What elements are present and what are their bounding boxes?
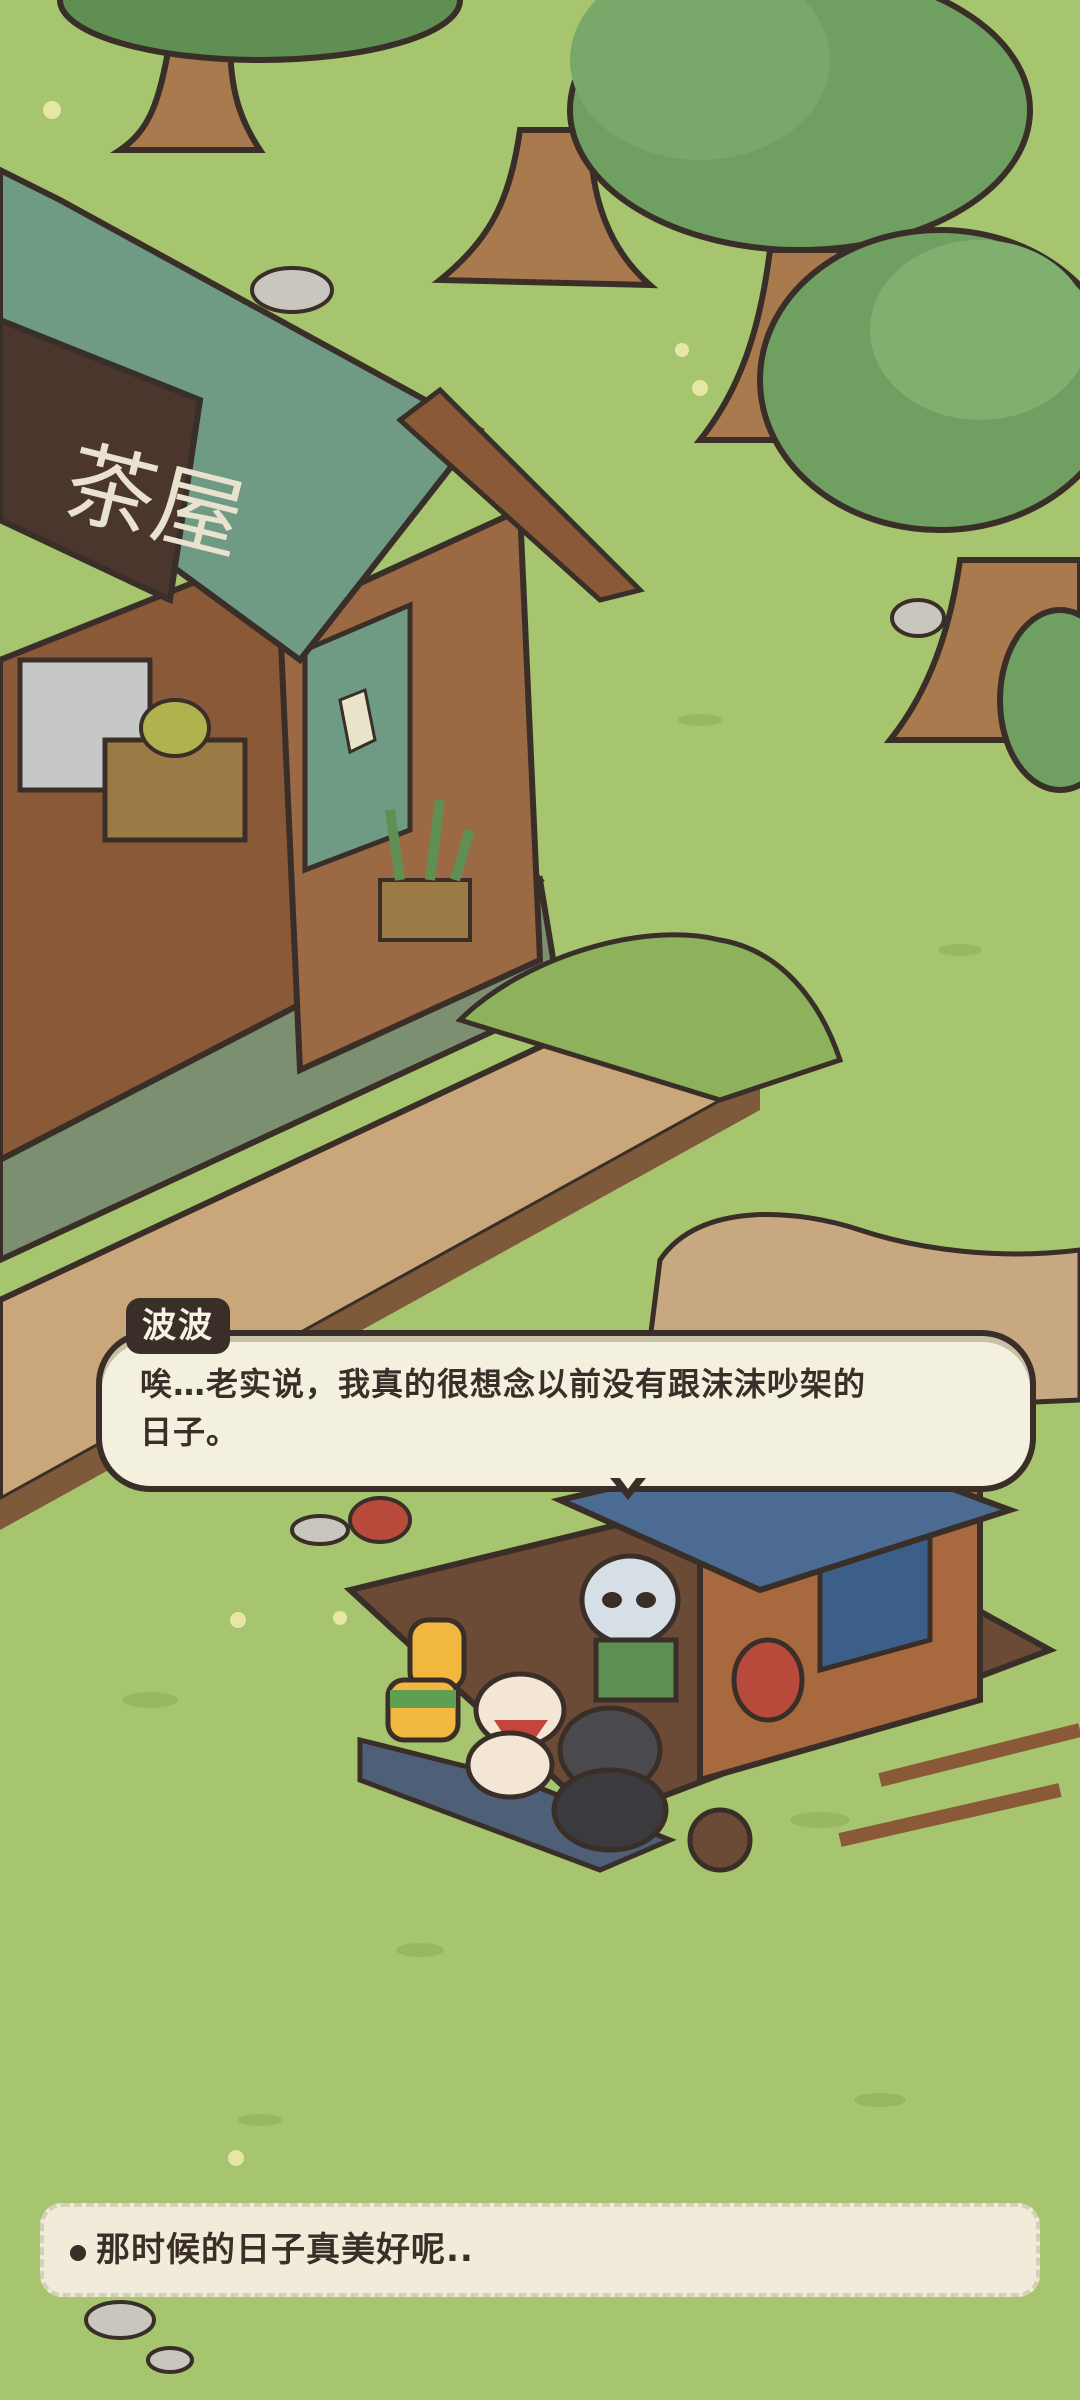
dialogue-text: 唉…老实说，我真的很想念以前没有跟沫沫吵架的 日子。 (140, 1360, 1010, 1456)
bear-character (551, 1705, 669, 1853)
choice-label: 那时候的日子真美好呢.. (96, 2230, 474, 2270)
speaker-name-tag: 波波 (126, 1298, 230, 1354)
dialogue-bubble-tail (610, 1473, 646, 1500)
game-scene: 茶屋 (0, 0, 1080, 2400)
dialogue-choice-option[interactable]: 那时候的日子真美好呢.. (40, 2203, 1040, 2297)
dialogue-line: 日子。 (140, 1413, 240, 1451)
dialogue-line: 唉…老实说，我真的很想念以前没有跟沫沫吵架的 (140, 1365, 867, 1403)
bullet-icon (70, 2245, 86, 2261)
panda-character (579, 1553, 681, 1703)
